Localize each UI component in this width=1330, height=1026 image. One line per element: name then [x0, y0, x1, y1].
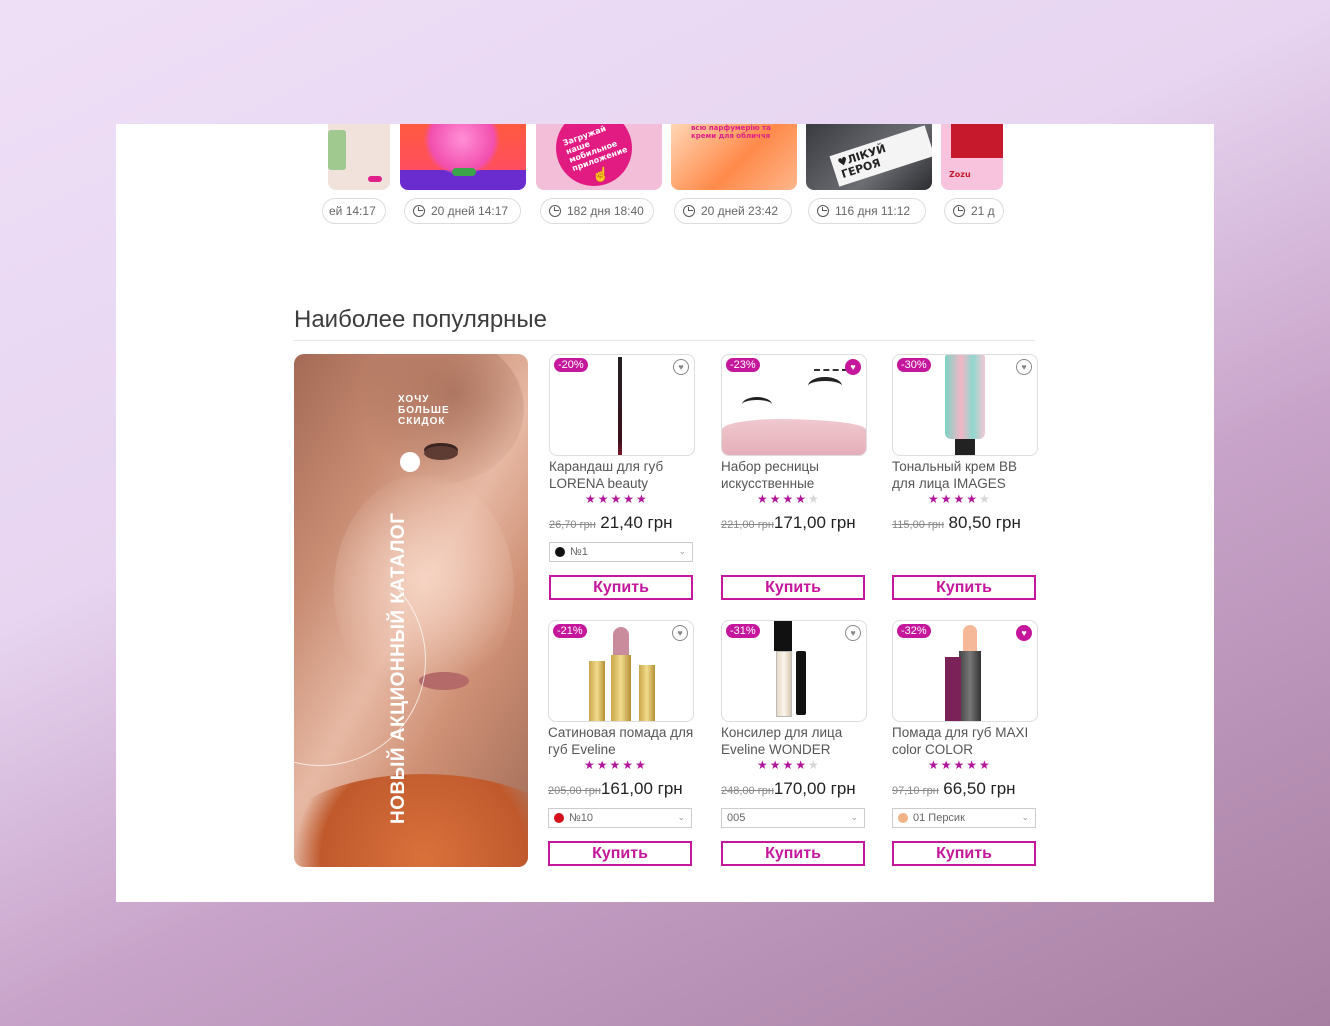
discount-badge: -30%	[897, 358, 931, 372]
buy-button[interactable]: Купить	[548, 841, 692, 866]
clock-icon	[413, 205, 425, 217]
story-5-art-text: ♥ЛІКУЙ ГЕРОЯ	[829, 125, 932, 187]
buy-button[interactable]: Купить	[549, 575, 693, 600]
rating-stars: ★★★★★	[585, 492, 649, 506]
story-timer-5[interactable]: 116 дня 11:12	[808, 198, 926, 224]
promo-small-text: ХОЧУ БОЛЬШЕ СКИДОК	[398, 394, 450, 427]
shade-swatch	[898, 813, 908, 823]
shade-swatch	[555, 547, 565, 557]
buy-button[interactable]: Купить	[892, 575, 1036, 600]
product-price: 221,00 грн171,00 грн	[721, 513, 871, 533]
product-image[interactable]: -21% ♥	[548, 620, 694, 722]
old-price: 221,00 грн	[721, 519, 774, 531]
heart-icon[interactable]: ♥	[1016, 625, 1032, 641]
shade-select[interactable]: №1 ⌄	[549, 542, 693, 562]
story-timer-4[interactable]: 20 дней 23:42	[674, 198, 792, 224]
new-price: 171,00 грн	[773, 513, 856, 532]
product-image[interactable]: -20% ♥	[549, 354, 695, 456]
content-frame: Загружай наше мобильное приложение ☝ всю…	[116, 124, 1214, 902]
promo-dot	[400, 452, 420, 472]
product-price: 248,00 грн170,00 грн	[721, 779, 871, 799]
story-timer-1[interactable]: ей 14:17	[322, 198, 386, 224]
rating-stars: ★★★★★	[584, 758, 648, 772]
discount-badge: -23%	[726, 358, 760, 372]
product-price: 115,00 грн 80,50 грн	[892, 513, 1042, 533]
product-name[interactable]: Консилер для лица Eveline WONDER	[721, 724, 871, 758]
old-price: 97,10 грн	[892, 785, 939, 797]
rating-stars: ★★★★★	[757, 492, 821, 506]
product-price: 26,70 грн 21,40 грн	[549, 513, 699, 533]
story-timer-3[interactable]: 182 дня 18:40	[540, 198, 654, 224]
new-price: 66,50 грн	[943, 779, 1016, 798]
product-name[interactable]: Карандаш для губ LORENA beauty	[549, 458, 699, 492]
shade-select[interactable]: 01 Персик ⌄	[892, 808, 1036, 828]
product-name[interactable]: Набор ресницы искусственные	[721, 458, 871, 492]
product-price: 205,00 грн161,00 грн	[548, 779, 698, 799]
story-6-art-text: Zozu	[949, 170, 971, 179]
section-title: Наиболее популярные	[294, 306, 548, 333]
old-price: 26,70 грн	[549, 519, 596, 531]
story-card-3[interactable]: Загружай наше мобильное приложение ☝	[536, 124, 662, 190]
new-price: 21,40 грн	[600, 513, 673, 532]
heart-icon[interactable]: ♥	[1016, 359, 1032, 375]
heart-icon[interactable]: ♥	[672, 625, 688, 641]
new-price: 161,00 грн	[600, 779, 683, 798]
rating-stars: ★★★★★	[928, 758, 992, 772]
product-price: 97,10 грн 66,50 грн	[892, 779, 1042, 799]
story-card-5[interactable]: ♥ЛІКУЙ ГЕРОЯ	[806, 124, 932, 190]
new-price: 80,50 грн	[948, 513, 1021, 532]
buy-button[interactable]: Купить	[721, 575, 865, 600]
story-timer-6[interactable]: 21 д	[944, 198, 1004, 224]
story-card-1[interactable]	[328, 124, 390, 190]
old-price: 248,00 грн	[721, 785, 774, 797]
buy-button[interactable]: Купить	[892, 841, 1036, 866]
story-4-art-text: всю парфумерію та креми для обличчя	[691, 124, 771, 140]
product-name[interactable]: Сатиновая помада для губ Eveline	[548, 724, 698, 758]
story-card-2[interactable]	[400, 124, 526, 190]
promo-vertical-text: НОВЫЙ АКЦИОННЫЙ КАТАЛОГ	[388, 512, 409, 824]
chevron-down-icon: ⌄	[850, 812, 858, 822]
product-image[interactable]: -31% ♥	[721, 620, 867, 722]
chevron-down-icon: ⌄	[678, 546, 686, 556]
old-price: 115,00 грн	[892, 519, 945, 531]
clock-icon	[683, 205, 695, 217]
story-card-6[interactable]: Zozu	[941, 124, 1003, 190]
product-name[interactable]: Помада для губ MAXI color COLOR	[892, 724, 1042, 758]
story-timer-2[interactable]: 20 дней 14:17	[404, 198, 521, 224]
clock-icon	[549, 205, 561, 217]
clock-icon	[817, 205, 829, 217]
old-price: 205,00 грн	[548, 785, 601, 797]
product-image[interactable]: -23% ♥	[721, 354, 867, 456]
rating-stars: ★★★★★	[757, 758, 821, 772]
heart-icon[interactable]: ♥	[673, 359, 689, 375]
product-name[interactable]: Тональный крем BB для лица IMAGES	[892, 458, 1042, 492]
clock-icon	[953, 205, 965, 217]
product-image[interactable]: -32% ♥	[892, 620, 1038, 722]
promo-banner[interactable]: ХОЧУ БОЛЬШЕ СКИДОК НОВЫЙ АКЦИОННЫЙ КАТАЛ…	[294, 354, 528, 867]
discount-badge: -20%	[554, 358, 588, 372]
heart-icon[interactable]: ♥	[845, 359, 861, 375]
discount-badge: -21%	[553, 624, 587, 638]
section-divider	[294, 340, 1035, 341]
chevron-down-icon: ⌄	[1021, 812, 1029, 822]
discount-badge: -32%	[897, 624, 931, 638]
rating-stars: ★★★★★	[928, 492, 992, 506]
new-price: 170,00 грн	[773, 779, 856, 798]
shade-select[interactable]: №10 ⌄	[548, 808, 692, 828]
heart-icon[interactable]: ♥	[845, 625, 861, 641]
product-image[interactable]: -30% ♥	[892, 354, 1038, 456]
chevron-down-icon: ⌄	[677, 812, 685, 822]
buy-button[interactable]: Купить	[721, 841, 865, 866]
story-card-4[interactable]: всю парфумерію та креми для обличчя	[671, 124, 797, 190]
shade-select[interactable]: 005 ⌄	[721, 808, 865, 828]
shade-swatch	[554, 813, 564, 823]
discount-badge: -31%	[726, 624, 760, 638]
